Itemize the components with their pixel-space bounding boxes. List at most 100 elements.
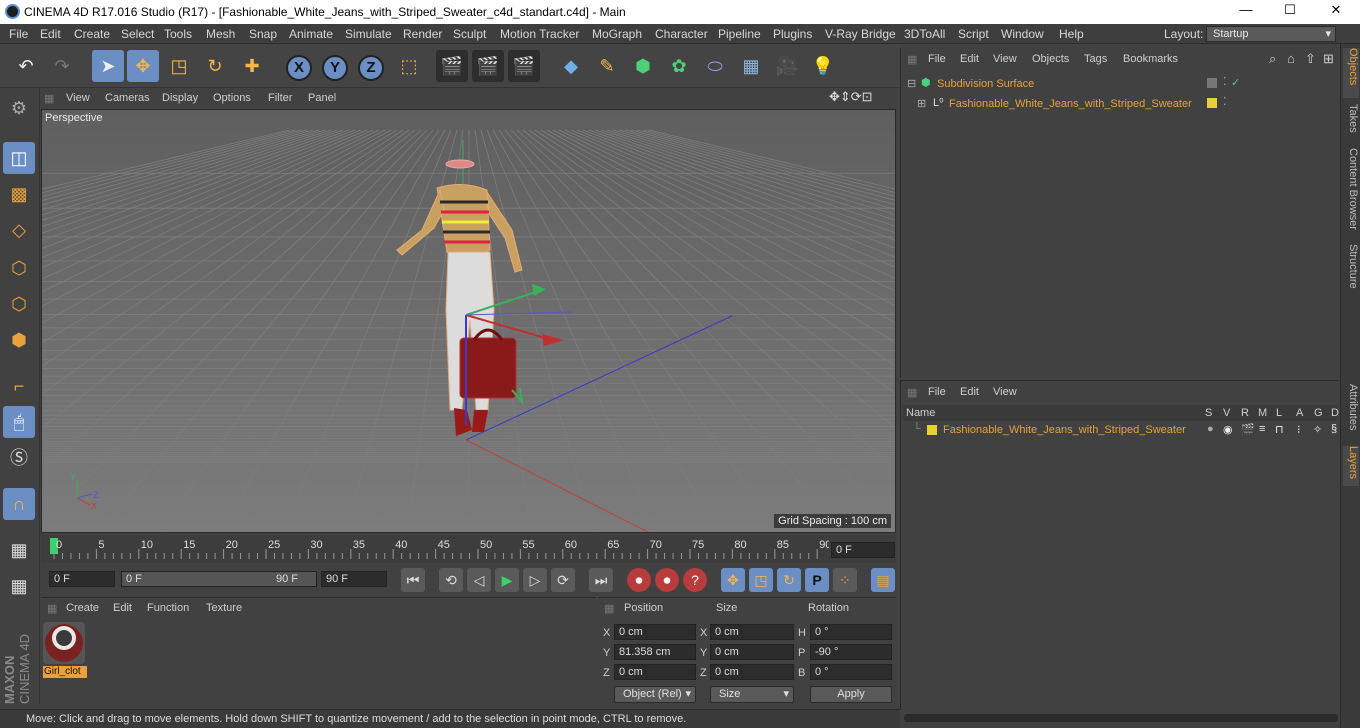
layer-color-tag[interactable]: [1207, 98, 1217, 108]
object-row[interactable]: ⊟ ⬢ Subdivision Surface ⁚ ✓: [903, 74, 1339, 94]
objects-menu-objects[interactable]: Objects: [1032, 53, 1069, 65]
x-axis-icon[interactable]: X: [283, 50, 315, 82]
menu-help[interactable]: Help: [1059, 27, 1084, 41]
layer-solo-icon[interactable]: ●: [1207, 423, 1214, 435]
pos-x-field[interactable]: 0 cm: [614, 624, 696, 640]
texture-mode-icon[interactable]: ▩: [3, 178, 35, 210]
light-icon[interactable]: 💡: [807, 50, 839, 82]
layer-col-generators[interactable]: G: [1314, 407, 1323, 419]
layer-name[interactable]: Fashionable_White_Jeans_with_Striped_Swe…: [943, 424, 1186, 436]
polygons-mode-icon[interactable]: ⬢: [3, 324, 35, 356]
enabled-check-icon[interactable]: ✓: [1231, 76, 1240, 89]
size-y-field[interactable]: 0 cm: [710, 644, 794, 660]
menu-window[interactable]: Window: [1001, 27, 1044, 41]
frame-range-slider[interactable]: 0 F 90 F: [121, 571, 317, 587]
close-button[interactable]: ✕: [1326, 2, 1346, 20]
model-mode-icon[interactable]: ◫: [3, 142, 35, 174]
end-frame-field[interactable]: 90 F: [321, 571, 387, 587]
timeline-window-icon[interactable]: ▤: [871, 568, 895, 592]
layer-manager-icon[interactable]: ≡: [1259, 423, 1265, 435]
layer-col-solo[interactable]: S: [1205, 407, 1212, 419]
menu-mesh[interactable]: Mesh: [206, 27, 235, 41]
object-name-subdivision-surface[interactable]: Subdivision Surface: [937, 78, 1034, 90]
menu-motion-tracker[interactable]: Motion Tracker: [500, 27, 579, 41]
tweak-mode-icon[interactable]: 🖱: [3, 406, 35, 438]
menu-pipeline[interactable]: Pipeline: [718, 27, 761, 41]
apply-button[interactable]: Apply: [810, 686, 892, 703]
viewport-menu-display[interactable]: Display: [162, 92, 198, 104]
make-editable-icon[interactable]: ⚙: [3, 92, 35, 124]
material-menu-edit[interactable]: Edit: [113, 602, 132, 614]
layer-color-swatch[interactable]: [927, 425, 937, 435]
menu-select[interactable]: Select: [121, 27, 154, 41]
viewport-menu-panel[interactable]: Panel: [308, 92, 336, 104]
search-icon[interactable]: ⌕: [1269, 51, 1276, 67]
viewport-menu-view[interactable]: View: [66, 92, 90, 104]
layers-menu-file[interactable]: File: [928, 386, 946, 398]
viewport-navigation-icons[interactable]: ✥⇕⟳⊡: [829, 89, 873, 105]
layer-col-view[interactable]: V: [1223, 407, 1230, 419]
layer-horizontal-scrollbar[interactable]: [904, 714, 1338, 722]
go-to-end-icon[interactable]: ⏭: [589, 568, 613, 592]
pos-y-field[interactable]: 81.358 cm: [614, 644, 696, 660]
locked-workplane-icon[interactable]: ▦: [3, 570, 35, 602]
tab-content-browser[interactable]: Content Browser: [1343, 148, 1359, 238]
viewport-menu-options[interactable]: Options: [213, 92, 251, 104]
rot-h-field[interactable]: 0 °: [810, 624, 892, 640]
viewport-menu-filter[interactable]: Filter: [268, 92, 292, 104]
layer-generators-icon[interactable]: ✧: [1313, 423, 1322, 436]
menu-plugins[interactable]: Plugins: [773, 27, 812, 41]
pen-icon[interactable]: ✎: [591, 50, 623, 82]
object-row[interactable]: ⊞ L⁰ Fashionable_White_Jeans_with_Stripe…: [903, 94, 1339, 114]
maximize-button[interactable]: ☐: [1280, 2, 1300, 20]
select-cursor-icon[interactable]: ➤: [92, 50, 124, 82]
snap-magnet-icon[interactable]: ∩: [3, 488, 35, 520]
objects-menu-file[interactable]: File: [928, 53, 946, 65]
z-axis-icon[interactable]: Z: [355, 50, 387, 82]
layer-deformers-icon[interactable]: §: [1331, 423, 1337, 435]
redo-icon[interactable]: ↷: [46, 50, 78, 82]
material-menu-create[interactable]: Create: [66, 602, 99, 614]
key-pla-icon[interactable]: ⁘: [833, 568, 857, 592]
viewport-menu-cameras[interactable]: Cameras: [105, 92, 150, 104]
move-icon[interactable]: ✥: [127, 50, 159, 82]
edges-mode-icon[interactable]: ⬡: [3, 288, 35, 320]
objects-menu-bookmarks[interactable]: Bookmarks: [1123, 53, 1178, 65]
render-view-icon[interactable]: 🎬: [436, 50, 468, 82]
layer-col-manager[interactable]: M: [1258, 407, 1267, 419]
menu-character[interactable]: Character: [655, 27, 708, 41]
layer-lock-icon[interactable]: ⊓: [1275, 423, 1284, 436]
menu-sculpt[interactable]: Sculpt: [453, 27, 486, 41]
rot-p-field[interactable]: -90 °: [810, 644, 892, 660]
tab-attributes[interactable]: Attributes: [1343, 384, 1359, 440]
next-key-icon[interactable]: ⟳: [551, 568, 575, 592]
render-settings-icon[interactable]: 🎬: [508, 50, 540, 82]
play-icon[interactable]: ▶: [495, 568, 519, 592]
render-picture-viewer-icon[interactable]: 🎬: [472, 50, 504, 82]
size-mode-dropdown[interactable]: Size ▾: [710, 686, 794, 703]
workplane-icon[interactable]: ▦: [3, 534, 35, 566]
tag-icon[interactable]: [1207, 78, 1217, 88]
expand-icon[interactable]: ⊞: [917, 97, 926, 110]
menu-tools[interactable]: Tools: [164, 27, 192, 41]
scale-icon[interactable]: ◳: [163, 50, 195, 82]
layout-dropdown[interactable]: Startup ▾: [1206, 26, 1336, 42]
layers-menu-edit[interactable]: Edit: [960, 386, 979, 398]
layer-render-icon[interactable]: 🎬: [1241, 423, 1255, 436]
coordinate-system-icon[interactable]: ⬚: [393, 50, 425, 82]
deformer-icon[interactable]: ⬭: [699, 50, 731, 82]
record-keys-icon[interactable]: ⏺: [627, 568, 651, 592]
perspective-viewport[interactable]: Y Z X Perspective Grid Spacing : 100 cm: [41, 109, 896, 533]
coordinate-mode-dropdown[interactable]: Object (Rel) ▾: [614, 686, 696, 703]
layers-menu-view[interactable]: View: [993, 386, 1017, 398]
tab-objects[interactable]: Objects: [1343, 48, 1359, 98]
previous-frame-icon[interactable]: ◁: [467, 568, 491, 592]
menu-script[interactable]: Script: [958, 27, 989, 41]
layer-col-render[interactable]: R: [1241, 407, 1249, 419]
current-frame-field[interactable]: 0 F: [831, 542, 895, 558]
tab-structure[interactable]: Structure: [1343, 244, 1359, 300]
layer-col-locked[interactable]: L: [1276, 407, 1282, 419]
menu-simulate[interactable]: Simulate: [345, 27, 392, 41]
workplane-mode-icon[interactable]: ◇: [3, 214, 35, 246]
menu-mograph[interactable]: MoGraph: [592, 27, 642, 41]
